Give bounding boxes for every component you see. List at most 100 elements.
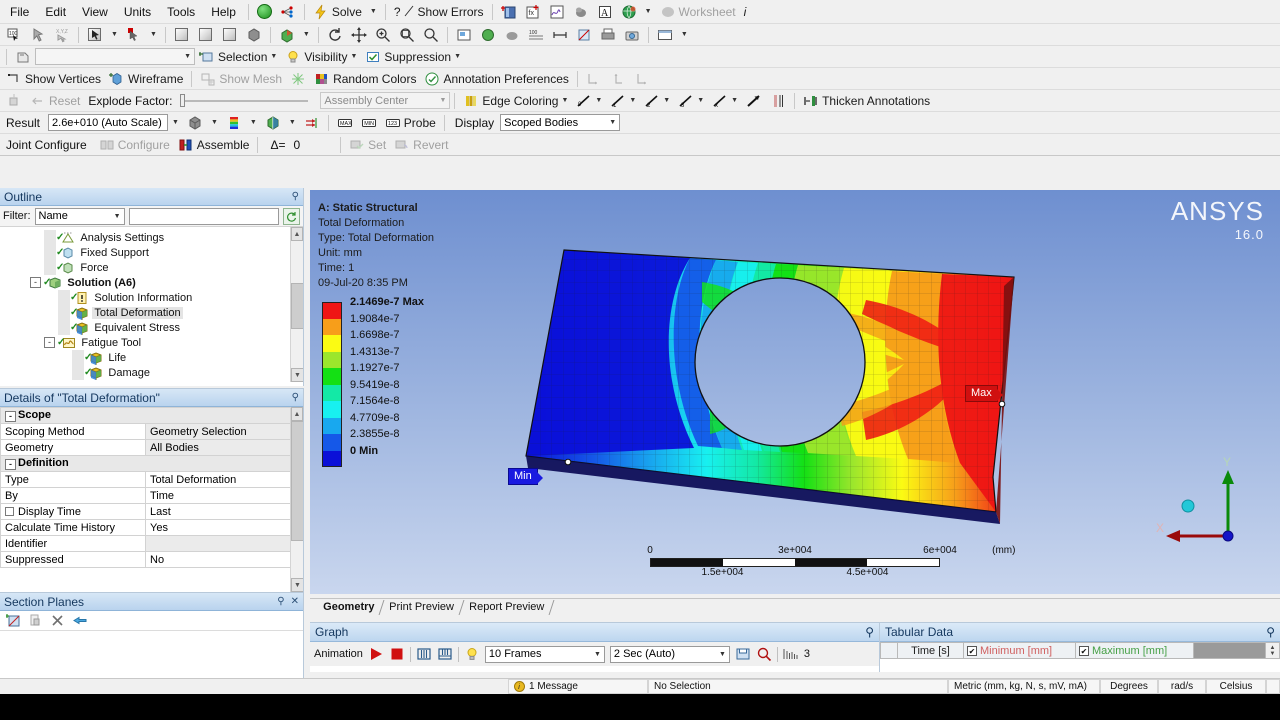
- select-vertex-dropdown[interactable]: ▼: [107, 25, 122, 45]
- solve-button[interactable]: Solve: [309, 2, 366, 22]
- outline-item-solution-information[interactable]: ✓Solution Information: [0, 290, 303, 305]
- outline-item-damage[interactable]: ✓Damage: [0, 365, 303, 380]
- details-row-value[interactable]: Last: [146, 504, 291, 520]
- cursor-mode-icon[interactable]: [26, 25, 50, 45]
- section-planes-close-icon[interactable]: ✕: [291, 596, 299, 607]
- details-scroll-thumb[interactable]: [291, 421, 303, 541]
- tabular-pin-icon[interactable]: ⚲: [1266, 625, 1275, 639]
- vector-display-icon[interactable]: [300, 113, 324, 133]
- info-icon[interactable]: i: [740, 2, 751, 22]
- details-row[interactable]: Calculate Time HistoryYes: [1, 520, 291, 536]
- show-errors-button[interactable]: ? Show Errors: [390, 2, 488, 22]
- selection-menu-button[interactable]: Selection ▼: [195, 47, 281, 67]
- lasso-select-icon[interactable]: [218, 25, 242, 45]
- annotation-icon[interactable]: A: [593, 2, 617, 22]
- min-annotation-tag[interactable]: Min: [508, 468, 538, 485]
- new-graph-icon[interactable]: [545, 2, 569, 22]
- minimum-checkbox[interactable]: ✔: [967, 646, 977, 656]
- details-expander[interactable]: -: [5, 411, 16, 422]
- measure-icon[interactable]: [548, 25, 572, 45]
- filter-text-input[interactable]: [129, 208, 280, 225]
- sphere-probe-icon[interactable]: [476, 25, 500, 45]
- outline-item-solution-a6[interactable]: -✓Solution (A6): [0, 275, 303, 290]
- show-vertices-button[interactable]: Show Vertices: [2, 69, 105, 89]
- details-section-row[interactable]: -Scope: [1, 408, 291, 424]
- edge-style-2-icon[interactable]: 2▼: [640, 91, 674, 111]
- new-chart-icon[interactable]: [497, 2, 521, 22]
- section-planes-pin-icon[interactable]: ⚲: [277, 596, 284, 607]
- thicken-lines-icon[interactable]: [286, 69, 310, 89]
- display-time-checkbox[interactable]: [5, 507, 14, 516]
- graphics-viewport[interactable]: ANSYS 16.0 A: Static Structural Total De…: [310, 190, 1280, 594]
- menu-tools[interactable]: Tools: [159, 3, 203, 21]
- pan-icon[interactable]: [347, 25, 371, 45]
- status-resize-grip[interactable]: [1266, 679, 1280, 694]
- status-message[interactable]: i 1 Message: [508, 679, 648, 694]
- assemble-button[interactable]: Assemble: [174, 135, 254, 155]
- edge-style-3-icon[interactable]: 3▼: [674, 91, 708, 111]
- xyz-coordinate-icon[interactable]: X,Y,Z: [50, 25, 74, 45]
- rotate-icon[interactable]: [323, 25, 347, 45]
- tree-expander[interactable]: -: [44, 337, 55, 348]
- max-annotation-tag[interactable]: Max: [965, 385, 998, 402]
- tabular-scroll-buttons[interactable]: ▲▼: [1266, 642, 1280, 659]
- duration-combo[interactable]: 2 Sec (Auto)▼: [610, 646, 730, 663]
- box-select-icon[interactable]: [170, 25, 194, 45]
- screenshot-icon[interactable]: [620, 25, 644, 45]
- edge-direction-icon[interactable]: [742, 91, 766, 111]
- outline-item-equivalent-stress[interactable]: ✓Equivalent Stress: [0, 320, 303, 335]
- tabular-col-maximum[interactable]: ✔ Maximum [mm]: [1076, 642, 1194, 659]
- zoom-in-icon[interactable]: [371, 25, 395, 45]
- details-row-value[interactable]: Yes: [146, 520, 291, 536]
- image-icon[interactable]: [569, 2, 593, 22]
- details-row-value[interactable]: Geometry Selection: [146, 424, 291, 440]
- new-table-icon[interactable]: fx: [521, 2, 545, 22]
- details-row[interactable]: TypeTotal Deformation: [1, 472, 291, 488]
- outline-scroll-up-icon[interactable]: ▲: [291, 227, 303, 241]
- magnifier-window-icon[interactable]: [452, 25, 476, 45]
- details-row-value[interactable]: All Bodies: [146, 440, 291, 456]
- tabular-rows[interactable]: [880, 659, 1280, 671]
- box-volume-select-icon[interactable]: [194, 25, 218, 45]
- min-annotation-icon[interactable]: MIN: [357, 113, 381, 133]
- outline-item-fixed-support[interactable]: ✓Fixed Support: [0, 245, 303, 260]
- lightbulb-icon[interactable]: [464, 646, 480, 662]
- select-vertex-icon[interactable]: [83, 25, 107, 45]
- outline-pin-icon[interactable]: ⚲: [292, 191, 299, 202]
- details-scroll-down-icon[interactable]: ▼: [291, 578, 303, 592]
- display-scope-combo[interactable]: Scoped Bodies ▼: [500, 114, 620, 131]
- capped-iso-dropdown[interactable]: ▼: [285, 113, 300, 133]
- single-view-icon[interactable]: [437, 646, 453, 662]
- globe-icon[interactable]: [617, 2, 641, 22]
- named-selection-combo[interactable]: ▼: [35, 48, 195, 65]
- print-preview-icon[interactable]: [596, 25, 620, 45]
- assembly-center-combo[interactable]: Assembly Center ▼: [320, 92, 450, 109]
- box-zoom-icon[interactable]: [395, 25, 419, 45]
- tab-print-preview[interactable]: Print Preview: [380, 600, 465, 615]
- edge-style-x-icon[interactable]: x▼: [708, 91, 742, 111]
- suppression-menu-button[interactable]: Suppression ▼: [361, 47, 465, 67]
- outline-scrollbar[interactable]: ▲ ▼: [290, 227, 303, 382]
- filter-name-combo[interactable]: Name ▼: [35, 208, 125, 225]
- outline-item-fatigue-tool[interactable]: -✓Fatigue Tool: [0, 335, 303, 350]
- check-status-icon[interactable]: [253, 2, 276, 22]
- menu-help[interactable]: Help: [203, 3, 244, 21]
- mesh-density-icon[interactable]: 100: [524, 25, 548, 45]
- select-edge-dropdown[interactable]: ▼: [146, 25, 161, 45]
- delete-section-plane-icon[interactable]: [50, 613, 66, 629]
- tree-expander[interactable]: -: [30, 277, 41, 288]
- menu-view[interactable]: View: [74, 3, 116, 21]
- geometry-view-icon[interactable]: [183, 113, 207, 133]
- details-row[interactable]: Display TimeLast: [1, 504, 291, 520]
- export-animation-icon[interactable]: [735, 646, 751, 662]
- edge-coloring-button[interactable]: Edge Coloring ▼: [459, 91, 572, 111]
- frames-combo[interactable]: 10 Frames▼: [485, 646, 605, 663]
- details-row[interactable]: SuppressedNo: [1, 552, 291, 568]
- select-edge-icon[interactable]: [122, 25, 146, 45]
- coordinate-triad[interactable]: Y X: [1132, 444, 1262, 554]
- details-row[interactable]: GeometryAll Bodies: [1, 440, 291, 456]
- play-icon[interactable]: [368, 646, 384, 662]
- details-scroll-up-icon[interactable]: ▲: [291, 407, 303, 421]
- details-row-value[interactable]: Total Deformation: [146, 472, 291, 488]
- contour-bands-icon[interactable]: [222, 113, 246, 133]
